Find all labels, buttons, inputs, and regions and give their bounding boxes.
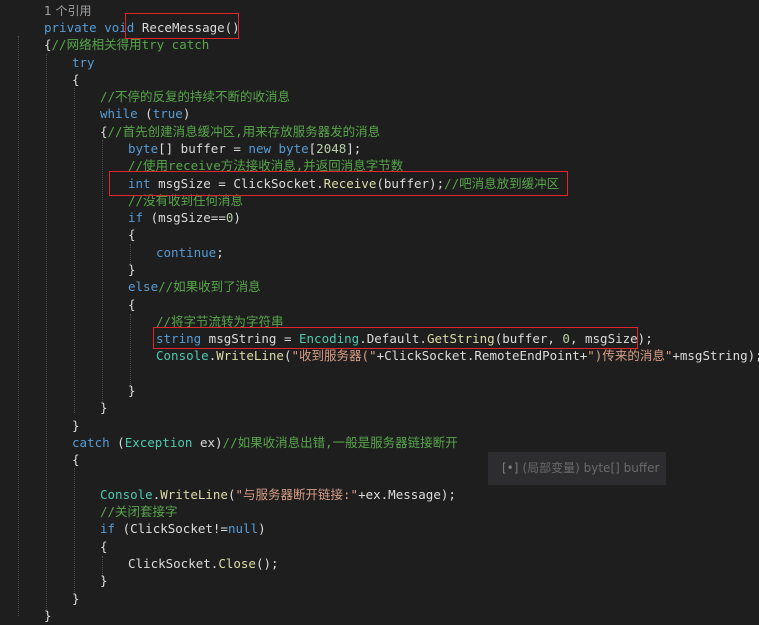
indent-guide — [46, 54, 47, 614]
code-line-11: //没有收到任何消息 — [128, 193, 244, 208]
code-line-14: continue; — [156, 245, 224, 260]
code-line-24: catch (Exception ex)//如果收消息出错,一般是服务器链接断开 — [72, 435, 458, 450]
code-line-18: //将字节流转为字符串 — [156, 314, 284, 329]
code-line-21: } — [128, 383, 136, 398]
code-line-33: } — [44, 608, 52, 623]
indent-guide — [74, 88, 75, 413]
code-line-26: Console.WriteLine("与服务器断开链接:"+ex.Message… — [100, 487, 456, 502]
code-editor[interactable]: 1 个引用 private void ReceMessage() {//网络相关… — [0, 0, 759, 625]
code-line-27: //关闭套接字 — [100, 504, 178, 519]
code-line-25: { — [72, 452, 80, 467]
codelens-references[interactable]: 1 个引用 — [44, 3, 91, 20]
code-line-31: } — [100, 573, 108, 588]
code-line-30: ClickSocket.Close(); — [128, 556, 279, 571]
code-line-17: { — [128, 297, 136, 312]
code-line-8: byte[] buffer = new byte[2048]; — [128, 141, 362, 156]
code-line-16: else//如果收到了消息 — [128, 279, 261, 294]
code-line-4: { — [72, 72, 80, 87]
code-line-5: //不停的反复的持续不断的收消息 — [100, 89, 291, 104]
code-line-7: {//首先创建消息缓冲区,用来存放服务器发的消息 — [100, 124, 381, 139]
indent-guide — [74, 468, 75, 596]
code-line-6: while (true) — [100, 106, 191, 121]
code-line-13: { — [128, 227, 136, 242]
method-name: ReceMessage — [141, 20, 225, 35]
quickinfo-tooltip: [•] (局部变量) byte[] buffer — [488, 452, 666, 485]
code-line-22: } — [100, 400, 108, 415]
indent-guide — [18, 36, 19, 616]
code-line-19: string msgString = Encoding.Default.GetS… — [156, 331, 653, 346]
code-line-2: {//网络相关得用try catch — [44, 37, 210, 52]
code-line-1: private void ReceMessage() — [44, 20, 240, 35]
code-line-32: } — [72, 591, 80, 606]
code-line-20: Console.WriteLine("收到服务器("+ClickSocket.R… — [156, 348, 759, 363]
tooltip-text: (局部变量) byte[] buffer — [522, 461, 660, 475]
indent-guide — [102, 140, 103, 402]
code-line-10: int msgSize = ClickSocket.Receive(buffer… — [128, 176, 560, 191]
code-line-15: } — [128, 262, 136, 277]
local-variable-icon: [•] — [502, 461, 519, 475]
code-line-9: //使用receive方法接收消息,并返回消息字节数 — [128, 158, 404, 173]
code-line-12: if (msgSize==0) — [128, 210, 241, 225]
code-line-3: try — [72, 55, 95, 70]
code-line-28: if (ClickSocket!=null) — [100, 521, 266, 536]
code-line-23: } — [72, 418, 80, 433]
code-line-29: { — [100, 539, 108, 554]
